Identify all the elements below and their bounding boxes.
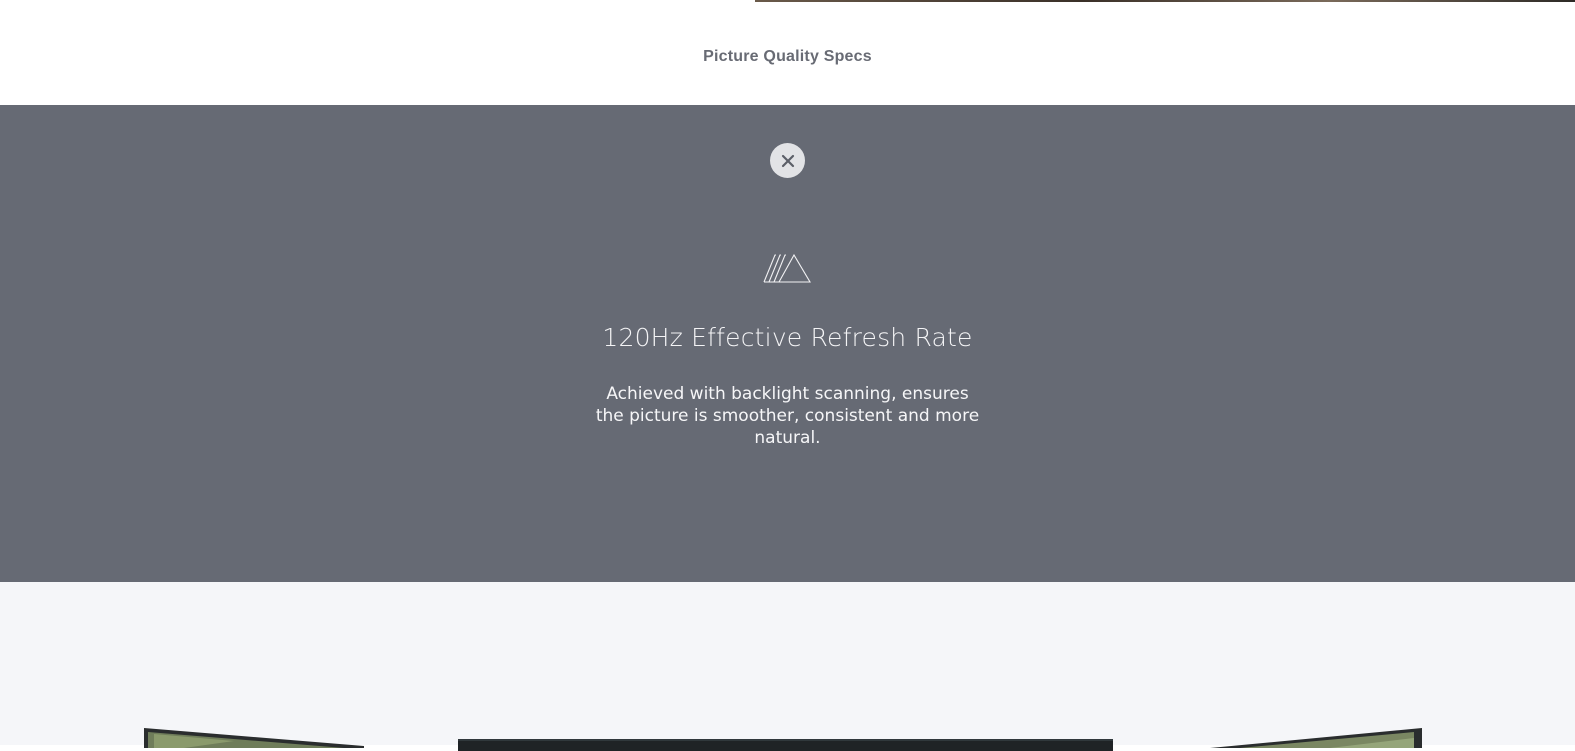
feature-description: Achieved with backlight scanning, ensure… [595, 384, 980, 448]
section-title: Picture Quality Specs [703, 48, 872, 65]
top-image-edge-overlay [755, 0, 1575, 2]
section-header: Picture Quality Specs [0, 0, 1575, 105]
tv-gallery-section [0, 582, 1575, 751]
tv-right-image[interactable] [1210, 728, 1422, 748]
close-icon [781, 154, 794, 167]
close-button[interactable] [770, 143, 805, 178]
tv-center-image[interactable] [458, 739, 1113, 751]
spec-detail-panel: 120Hz Effective Refresh Rate Achieved wi… [0, 105, 1575, 582]
tv-left-image[interactable] [144, 728, 364, 748]
feature-title: 120Hz Effective Refresh Rate [602, 323, 973, 352]
mountains-icon [763, 253, 811, 283]
